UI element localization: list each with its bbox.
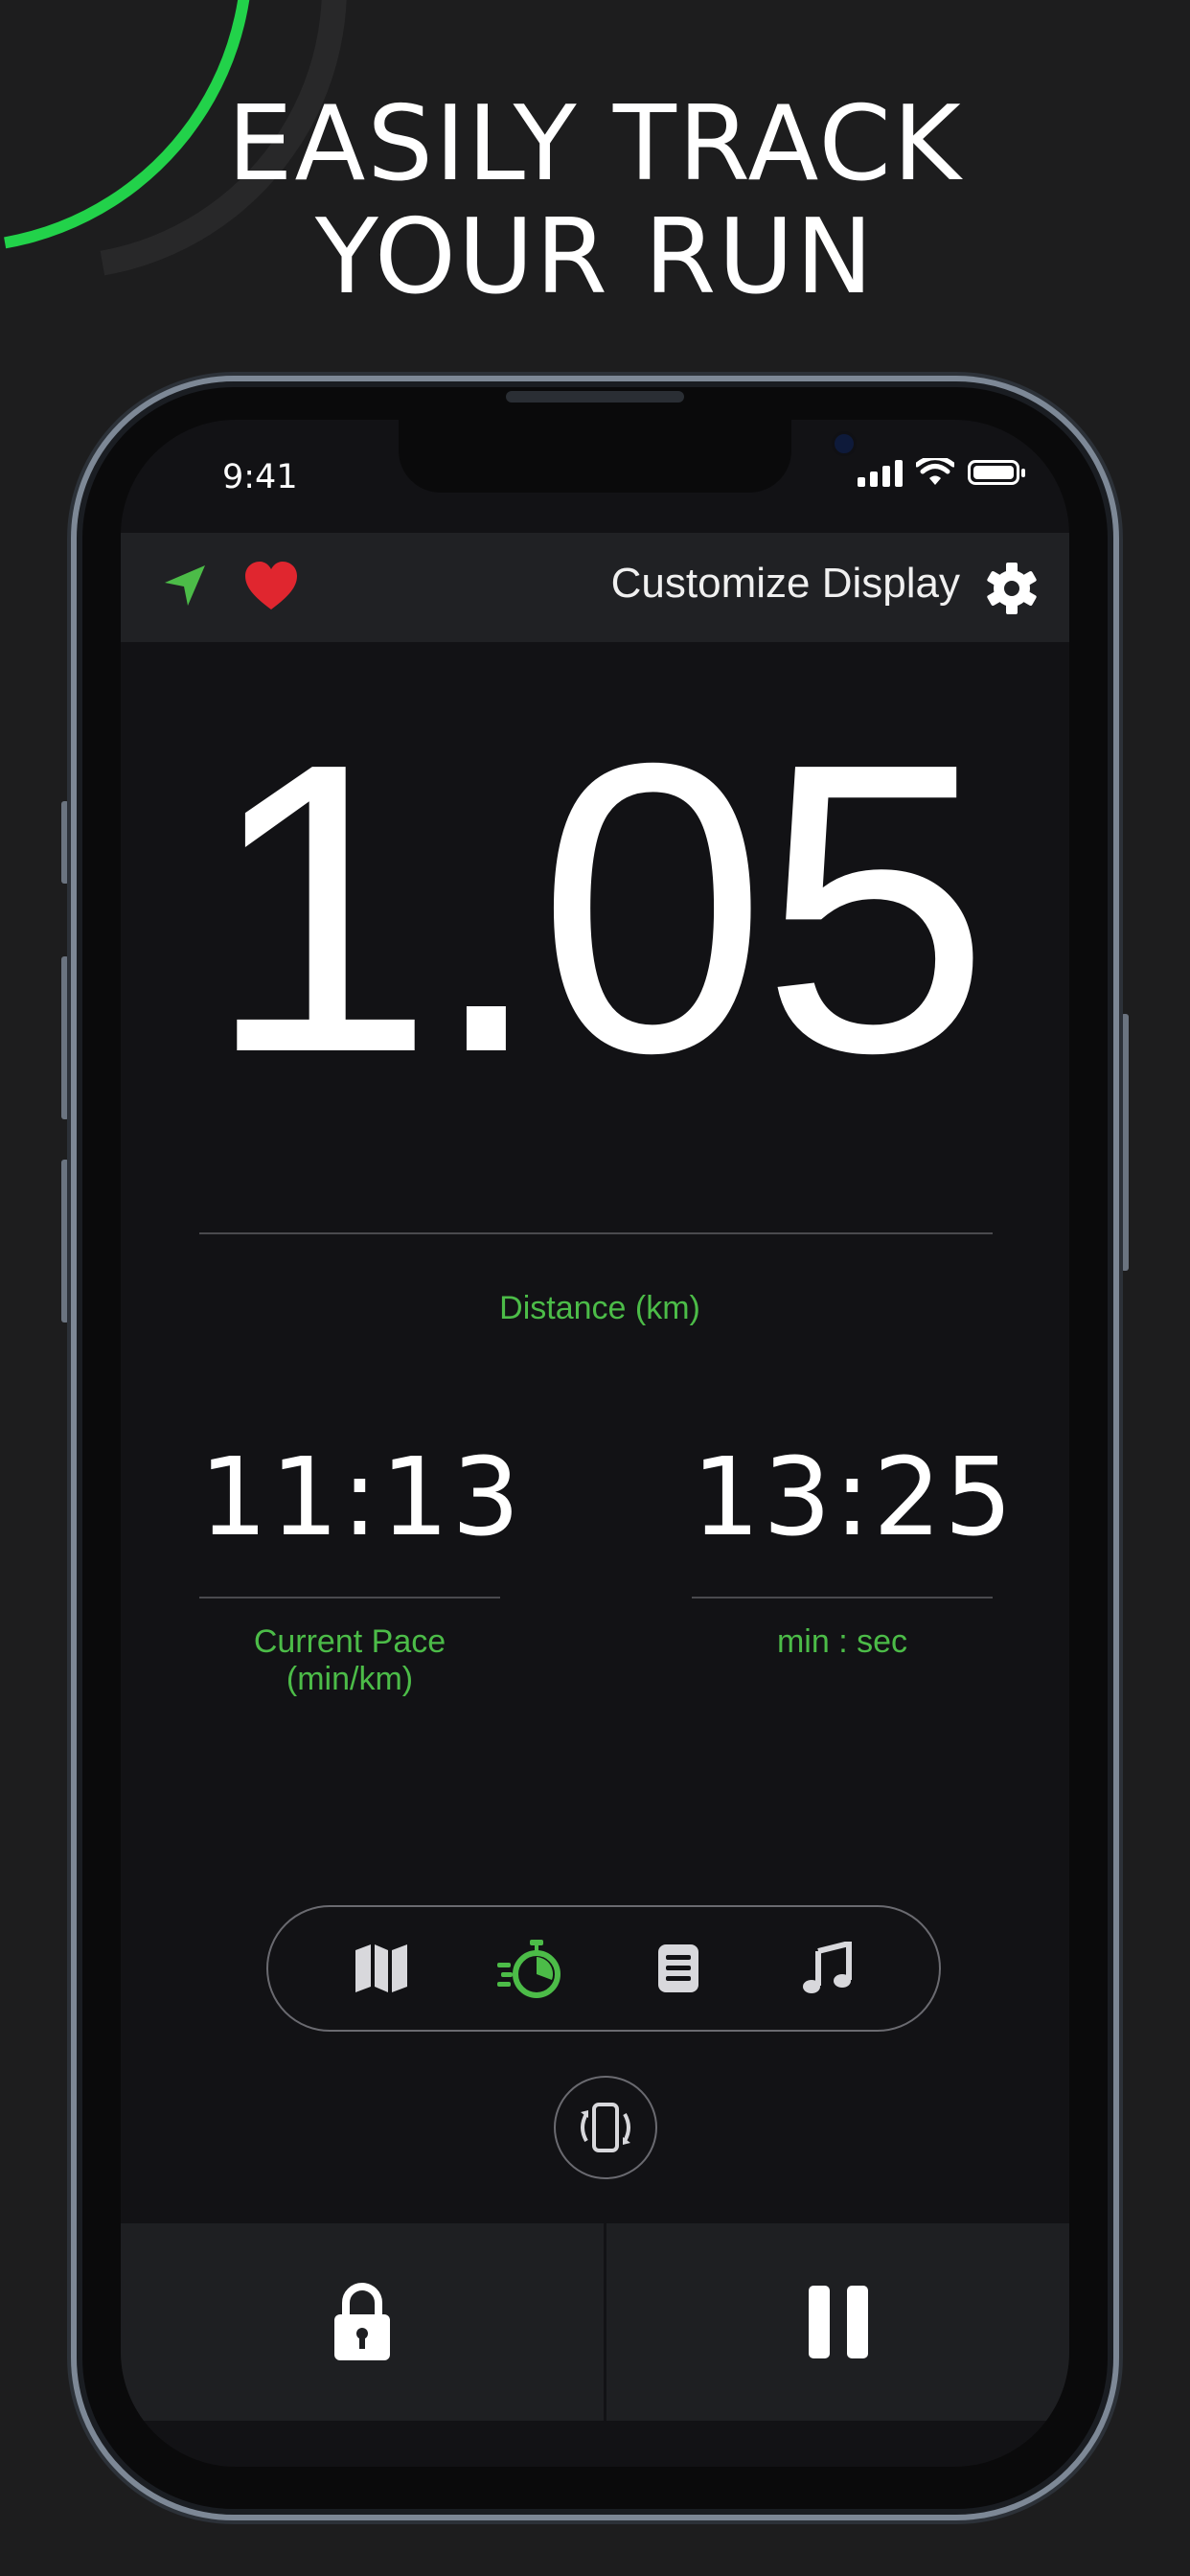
status-icons [858,458,1025,487]
headline-line-1: EASILY TRACK [227,84,963,204]
view-switcher [266,1905,941,2032]
customize-display-button[interactable]: Customize Display [611,560,960,608]
pace-divider [199,1597,500,1598]
duration-label: min : sec [776,1623,908,1660]
bottom-controls [121,2223,1069,2421]
phone-mute-switch [61,801,69,884]
tab-music[interactable] [784,1925,870,2012]
cellular-signal-icon [858,458,903,487]
tab-stopwatch[interactable] [487,1925,573,2012]
distance-value: 1.05 [205,678,991,1138]
duration-divider [692,1597,993,1598]
phone-screen: 9:41 Customize Display 1.05 Distance (km… [121,420,1069,2467]
tab-map[interactable] [338,1925,424,2012]
phone-power-button [1121,1014,1129,1271]
rotate-screen-button[interactable] [554,2076,657,2179]
location-arrow-icon[interactable] [161,562,209,610]
stopwatch-icon [496,1940,561,1998]
wifi-icon [916,458,954,485]
phone-volume-up [61,956,69,1119]
distance-divider [199,1232,993,1234]
distance-label: Distance (km) [499,1290,700,1326]
tab-list[interactable] [635,1925,721,2012]
rotate-phone-icon [581,2103,630,2152]
battery-icon [968,460,1025,485]
gear-icon[interactable] [985,562,1039,615]
top-bar: Customize Display [121,533,1069,642]
phone-volume-down [61,1160,69,1322]
music-note-icon [802,1942,852,1993]
front-camera [832,431,857,456]
notch [399,420,857,493]
phone-speaker [506,391,684,402]
pause-button[interactable] [606,2223,1069,2421]
headline-line-2: YOUR RUN [314,197,876,317]
map-icon [355,1944,407,1992]
pace-value: 11:13 [199,1436,523,1560]
pace-label: Current Pace (min/km) [253,1623,446,1697]
pause-icon [808,2286,868,2358]
heart-icon[interactable] [243,560,299,611]
status-time: 9:41 [222,458,298,496]
lock-icon [334,2283,390,2360]
lock-button[interactable] [121,2223,604,2421]
list-icon [657,1944,698,1992]
duration-value: 13:25 [692,1436,1016,1560]
headline: EASILY TRACK YOUR RUN [0,88,1190,314]
